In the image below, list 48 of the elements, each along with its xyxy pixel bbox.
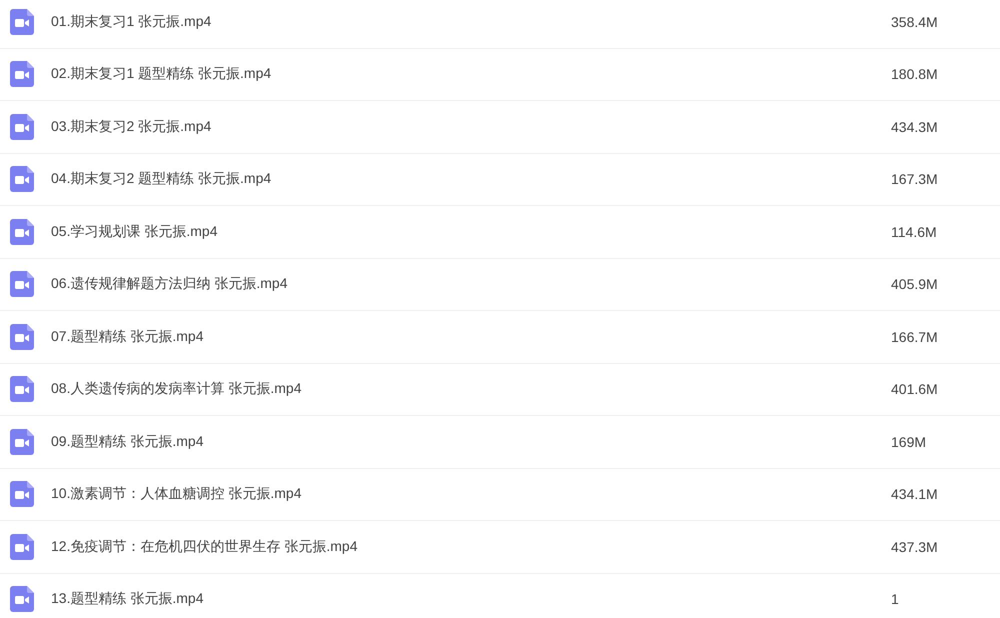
file-row[interactable]: 05.学习规划课 张元振.mp4 114.6M: [0, 206, 1000, 258]
file-name: 03.期末复习2 张元振.mp4: [51, 118, 212, 136]
file-size: 434.3M: [891, 118, 939, 135]
file-row[interactable]: 13.题型精练 张元振.mp4 1: [0, 574, 1000, 618]
file-name: 10.激素调节：人体血糖调控 张元振.mp4: [51, 485, 302, 504]
file-row[interactable]: 08.人类遗传病的发病率计算 张元振.mp4 401.6M: [0, 364, 1000, 416]
file-name: 06.遗传规律解题方法归纳 张元振.mp4: [51, 275, 288, 294]
file-name: 02.期末复习1 题型精练 张元振.mp4: [51, 65, 272, 84]
video-file-icon: [10, 428, 34, 455]
file-row[interactable]: 09.题型精练 张元振.mp4 169M: [0, 416, 1000, 468]
file-row[interactable]: 07.题型精练 张元振.mp4 166.7M: [0, 311, 1000, 364]
file-size: 405.9M: [891, 276, 939, 292]
file-row[interactable]: 06.遗传规律解题方法归纳 张元振.mp4 405.9M: [0, 258, 1000, 311]
video-file-icon: [10, 534, 34, 560]
file-name: 13.题型精练 张元振.mp4: [51, 590, 204, 608]
file-row[interactable]: 04.期末复习2 题型精练 张元振.mp4 167.3M: [0, 154, 1000, 206]
file-row[interactable]: 10.激素调节：人体血糖调控 张元振.mp4 434.1M: [0, 468, 1000, 521]
file-size: 401.6M: [891, 381, 939, 398]
file-name: 09.题型精练 张元振.mp4: [51, 432, 204, 451]
video-file-icon: [10, 586, 34, 612]
file-size: 437.3M: [891, 538, 939, 555]
file-name: 08.人类遗传病的发病率计算 张元振.mp4: [51, 380, 302, 398]
video-file-icon: [10, 324, 34, 350]
file-size: 1: [891, 591, 900, 608]
file-name: 05.学习规划课 张元振.mp4: [51, 222, 218, 241]
video-file-icon: [10, 166, 34, 192]
file-size: 167.3M: [891, 171, 939, 188]
file-size: 434.1M: [891, 486, 939, 502]
file-size: 114.6M: [891, 224, 938, 240]
video-file-icon: [10, 271, 34, 298]
video-file-icon: [10, 481, 34, 508]
file-row[interactable]: 01.期末复习1 张元振.mp4 358.4M: [0, 0, 1000, 48]
file-name: 12.免疫调节：在危机四伏的世界生存 张元振.mp4: [51, 538, 358, 556]
file-size: 180.8M: [891, 66, 939, 82]
video-file-icon: [10, 61, 34, 88]
file-size: 169M: [891, 434, 928, 450]
file-row[interactable]: 12.免疫调节：在危机四伏的世界生存 张元振.mp4 437.3M: [0, 521, 1000, 574]
file-size: 166.7M: [891, 328, 939, 345]
video-file-icon: [10, 8, 34, 35]
file-name: 01.期末复习1 张元振.mp4: [51, 12, 212, 31]
file-size: 358.4M: [891, 14, 939, 30]
video-file-icon: [10, 114, 34, 140]
video-file-icon: [10, 376, 34, 402]
file-row[interactable]: 03.期末复习2 张元振.mp4 434.3M: [0, 101, 1000, 154]
file-name: 04.期末复习2 题型精练 张元振.mp4: [51, 170, 272, 188]
file-row[interactable]: 02.期末复习1 题型精练 张元振.mp4 180.8M: [0, 48, 1000, 101]
video-file-icon: [10, 218, 34, 245]
file-name: 07.题型精练 张元振.mp4: [51, 328, 204, 346]
